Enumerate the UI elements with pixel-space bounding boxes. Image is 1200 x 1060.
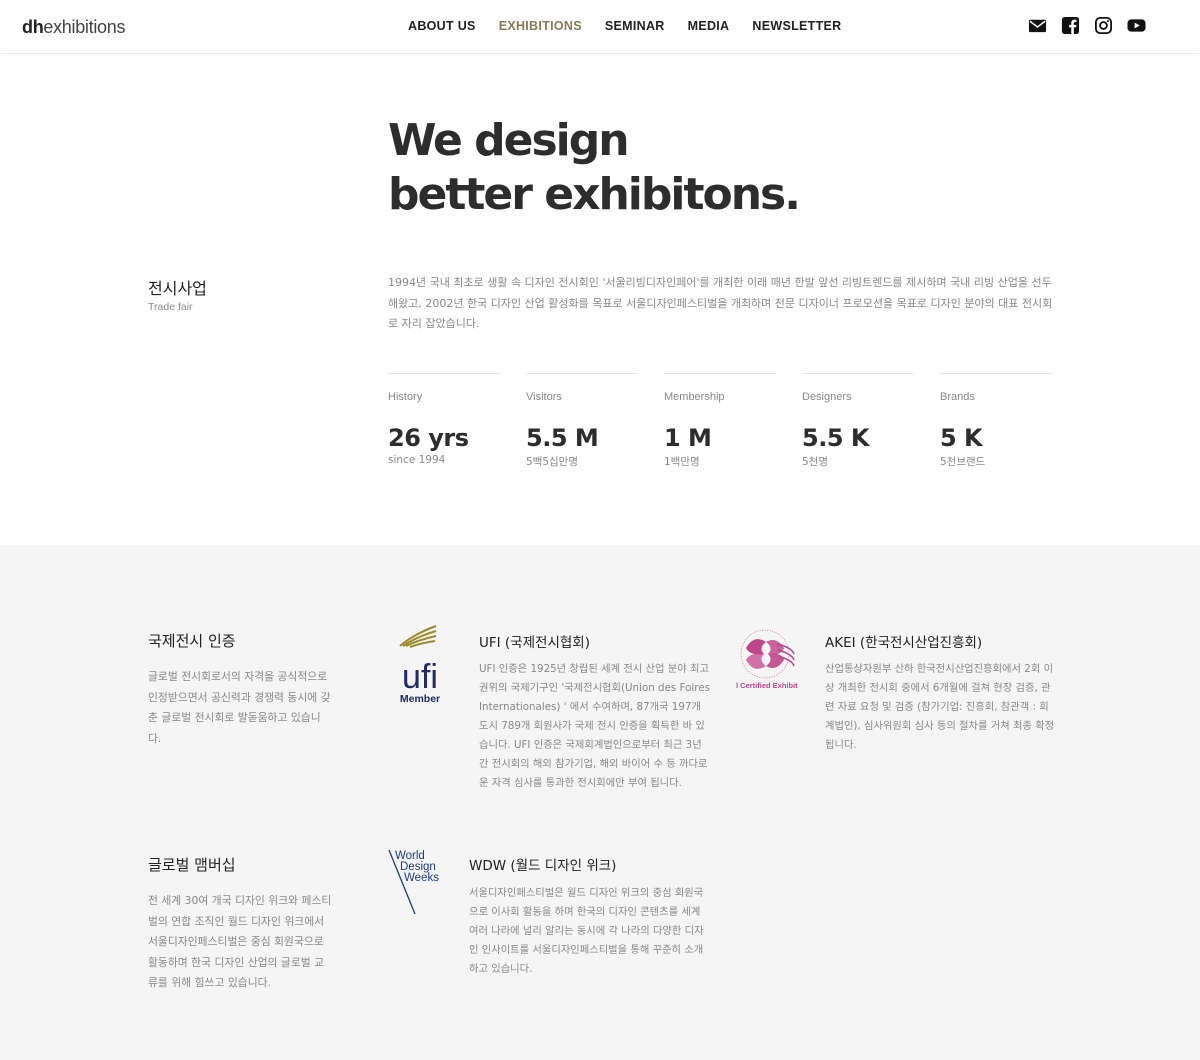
logo-rest: exhibitions <box>43 17 126 37</box>
nav-media[interactable]: MEDIA <box>688 19 730 33</box>
site-header: dhexhibitions ABOUT US EXHIBITIONS SEMIN… <box>0 0 1200 54</box>
akei-description: 산업통상자원부 산하 한국전시산업진흥회에서 2회 이상 개최한 전시회 중에서… <box>825 663 1055 751</box>
stat-sub: 5천명 <box>802 456 829 468</box>
membership-title: 글로벌 맴버십 <box>148 856 236 874</box>
stat-sub: 5천브랜드 <box>940 456 986 468</box>
wdw-title: WDW (월드 디자인 위크) <box>469 858 617 874</box>
stat-brands: Brands 5 K 5천브랜드 <box>940 373 1052 469</box>
ufi-description: UFI 인증은 1925년 창립된 세계 전시 산업 분야 최고 권위의 국제기… <box>479 663 710 789</box>
stat-membership: Membership 1 M 1백만명 <box>664 373 776 469</box>
nav-seminar[interactable]: SEMINAR <box>605 19 665 33</box>
instagram-icon[interactable] <box>1094 16 1113 35</box>
trade-fair-title: 전시사업 <box>148 279 207 298</box>
akei-logo: Int'l Certified Exhibition <box>725 626 809 698</box>
stat-value: 26 yrs <box>388 424 469 452</box>
wdw-logo-line3: Weeks <box>404 872 439 884</box>
youtube-icon[interactable] <box>1127 16 1146 35</box>
stat-label: Visitors <box>526 391 562 403</box>
akei-logo-text: Int'l Certified Exhibition <box>736 681 798 690</box>
trade-fair-description: 1994년 국내 최초로 생활 속 디자인 전시회인 '서울리빙디자인페어'를 … <box>388 276 1053 330</box>
stat-label: History <box>388 391 423 403</box>
hero-heading: We design better exhibitons. <box>388 114 801 222</box>
stat-label: Designers <box>802 391 852 403</box>
stat-sub: since 1994 <box>388 454 446 466</box>
main-nav: ABOUT US EXHIBITIONS SEMINAR MEDIA NEWSL… <box>408 19 865 33</box>
hero-line-1: We design <box>388 115 630 166</box>
ufi-logo: ufi Member <box>396 624 444 705</box>
stat-designers: Designers 5.5 K 5천명 <box>802 373 914 469</box>
ufi-logo-text: ufi <box>402 658 438 696</box>
stat-value: 5.5 K <box>802 424 869 452</box>
stat-label: Brands <box>940 391 975 403</box>
logo-bold: dh <box>22 17 44 37</box>
stat-history: History 26 yrs since 1994 <box>388 373 500 469</box>
ufi-logo-sub: Member <box>400 693 440 704</box>
ufi-title: UFI (국제전시협회) <box>479 635 590 651</box>
stat-label: Membership <box>664 391 725 403</box>
wdw-description: 서울디자인페스티벌은 월드 디자인 위크의 중심 회원국으로 이사회 활동을 하… <box>469 887 704 975</box>
stat-value: 5 K <box>940 424 983 452</box>
stat-sub: 1백만명 <box>664 456 700 468</box>
nav-about-us[interactable]: ABOUT US <box>408 19 476 33</box>
wdw-logo: World Design Weeks <box>388 848 446 916</box>
facebook-icon[interactable] <box>1061 16 1080 35</box>
stat-value: 1 M <box>664 424 712 452</box>
stats-row: History 26 yrs since 1994 Visitors 5.5 M… <box>388 373 1078 469</box>
stat-visitors: Visitors 5.5 M 5백5십만명 <box>526 373 638 469</box>
membership-description: 전 세계 30여 개국 디자인 위크와 페스티벌의 연합 조직인 월드 디자인 … <box>148 894 332 989</box>
stat-sub: 5백5십만명 <box>526 456 579 468</box>
site-logo[interactable]: dhexhibitions <box>22 17 125 38</box>
nav-newsletter[interactable]: NEWSLETTER <box>752 19 841 33</box>
stat-value: 5.5 M <box>526 424 599 452</box>
envelope-icon[interactable] <box>1028 16 1047 35</box>
hero-line-2: better exhibitons. <box>388 169 801 220</box>
nav-exhibitions[interactable]: EXHIBITIONS <box>499 19 582 33</box>
certification-title: 국제전시 인증 <box>148 632 236 650</box>
social-links <box>1028 16 1146 35</box>
akei-title: AKEI (한국전시산업진흥회) <box>825 635 983 651</box>
certification-description: 글로벌 전시회로서의 자격을 공식적으로 인정받으면서 공신력과 경쟁력 동시에… <box>148 670 331 745</box>
trade-fair-subtitle: Trade fair <box>148 301 193 313</box>
